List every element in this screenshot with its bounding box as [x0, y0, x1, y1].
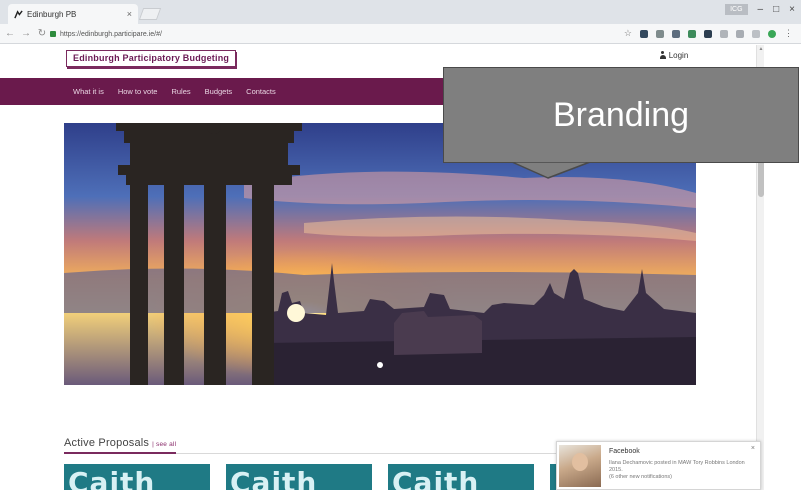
window-controls: ICG – □ × — [725, 4, 795, 15]
extension-icon[interactable] — [768, 29, 776, 38]
carousel-indicator-dot[interactable] — [377, 362, 383, 368]
extension-icon[interactable] — [656, 29, 664, 38]
login-button[interactable]: Login — [652, 48, 696, 62]
menu-dots-icon[interactable]: ⋮ — [784, 28, 793, 39]
notification-title: Facebook — [609, 448, 640, 455]
extension-icons: ☆ ⋮ — [624, 28, 793, 39]
forward-arrow-icon[interactable]: → — [20, 28, 32, 39]
browser-toolbar: ← → ↻ https://edinburgh.participare.ie/#… — [0, 24, 801, 44]
extension-icon[interactable] — [736, 29, 744, 38]
back-arrow-icon[interactable]: ← — [4, 28, 16, 39]
nav-rules[interactable]: Rules — [171, 87, 190, 96]
extension-icon[interactable] — [688, 29, 696, 38]
lock-icon — [50, 31, 56, 37]
tab-bar: Edinburgh PB × ICG – □ × — [0, 0, 801, 24]
notification-subtext: (6 other new notifications) — [609, 474, 672, 480]
extension-icon[interactable] — [640, 29, 648, 38]
notification-text: Ilana Dechamovic posted in MAW Tory Robb… — [609, 460, 749, 481]
facebook-notification-popup[interactable]: Facebook Ilana Dechamovic posted in MAW … — [556, 441, 761, 490]
tab-title: Edinburgh PB — [27, 9, 77, 19]
site-favicon-icon — [14, 9, 23, 18]
proposal-card-text: Caith — [230, 466, 318, 490]
login-label: Login — [668, 50, 689, 60]
extension-icon[interactable] — [720, 29, 728, 38]
minimize-button[interactable]: – — [758, 4, 764, 15]
site-logo[interactable]: Edinburgh Participatory Budgeting — [66, 50, 237, 67]
new-tab-button[interactable] — [138, 8, 162, 20]
active-proposals-heading: Active Proposals | see all — [64, 437, 176, 449]
browser-tab[interactable]: Edinburgh PB × — [8, 4, 138, 24]
extension-icon[interactable] — [672, 29, 680, 38]
proposal-card[interactable]: Caith — [226, 464, 372, 490]
proposal-card[interactable]: Caith — [388, 464, 534, 490]
nav-budgets[interactable]: Budgets — [205, 87, 233, 96]
close-window-button[interactable]: × — [789, 4, 795, 15]
callout-text: Branding — [552, 95, 690, 134]
tab-close-icon[interactable]: × — [127, 9, 132, 19]
nav-how-to-vote[interactable]: How to vote — [118, 87, 158, 96]
close-icon[interactable]: × — [751, 445, 755, 452]
browser-window: Edinburgh PB × ICG – □ × ← → ↻ https://e… — [0, 0, 801, 490]
avatar — [559, 445, 601, 487]
notification-body: Ilana Dechamovic posted in MAW Tory Robb… — [609, 460, 745, 473]
active-proposals-title: Active Proposals — [64, 437, 150, 449]
profile-button[interactable]: ICG — [725, 4, 748, 15]
extension-icon[interactable] — [704, 29, 712, 38]
proposal-card-text: Caith — [68, 466, 156, 490]
user-icon — [659, 51, 666, 59]
bookmark-star-icon[interactable]: ☆ — [624, 28, 632, 39]
address-bar[interactable]: https://edinburgh.participare.ie/#/ — [50, 27, 560, 41]
reload-icon[interactable]: ↻ — [36, 28, 48, 39]
url-text: https://edinburgh.participare.ie/#/ — [60, 30, 162, 38]
maximize-button[interactable]: □ — [773, 4, 779, 15]
extension-icon[interactable] — [752, 29, 760, 38]
nav-contacts[interactable]: Contacts — [246, 87, 276, 96]
nav-what-it-is[interactable]: What it is — [73, 87, 104, 96]
see-all-link[interactable]: | see all — [152, 441, 176, 448]
branding-callout: Branding — [443, 67, 799, 163]
proposal-card[interactable]: Caith — [64, 464, 210, 490]
proposal-card-text: Caith — [392, 466, 480, 490]
